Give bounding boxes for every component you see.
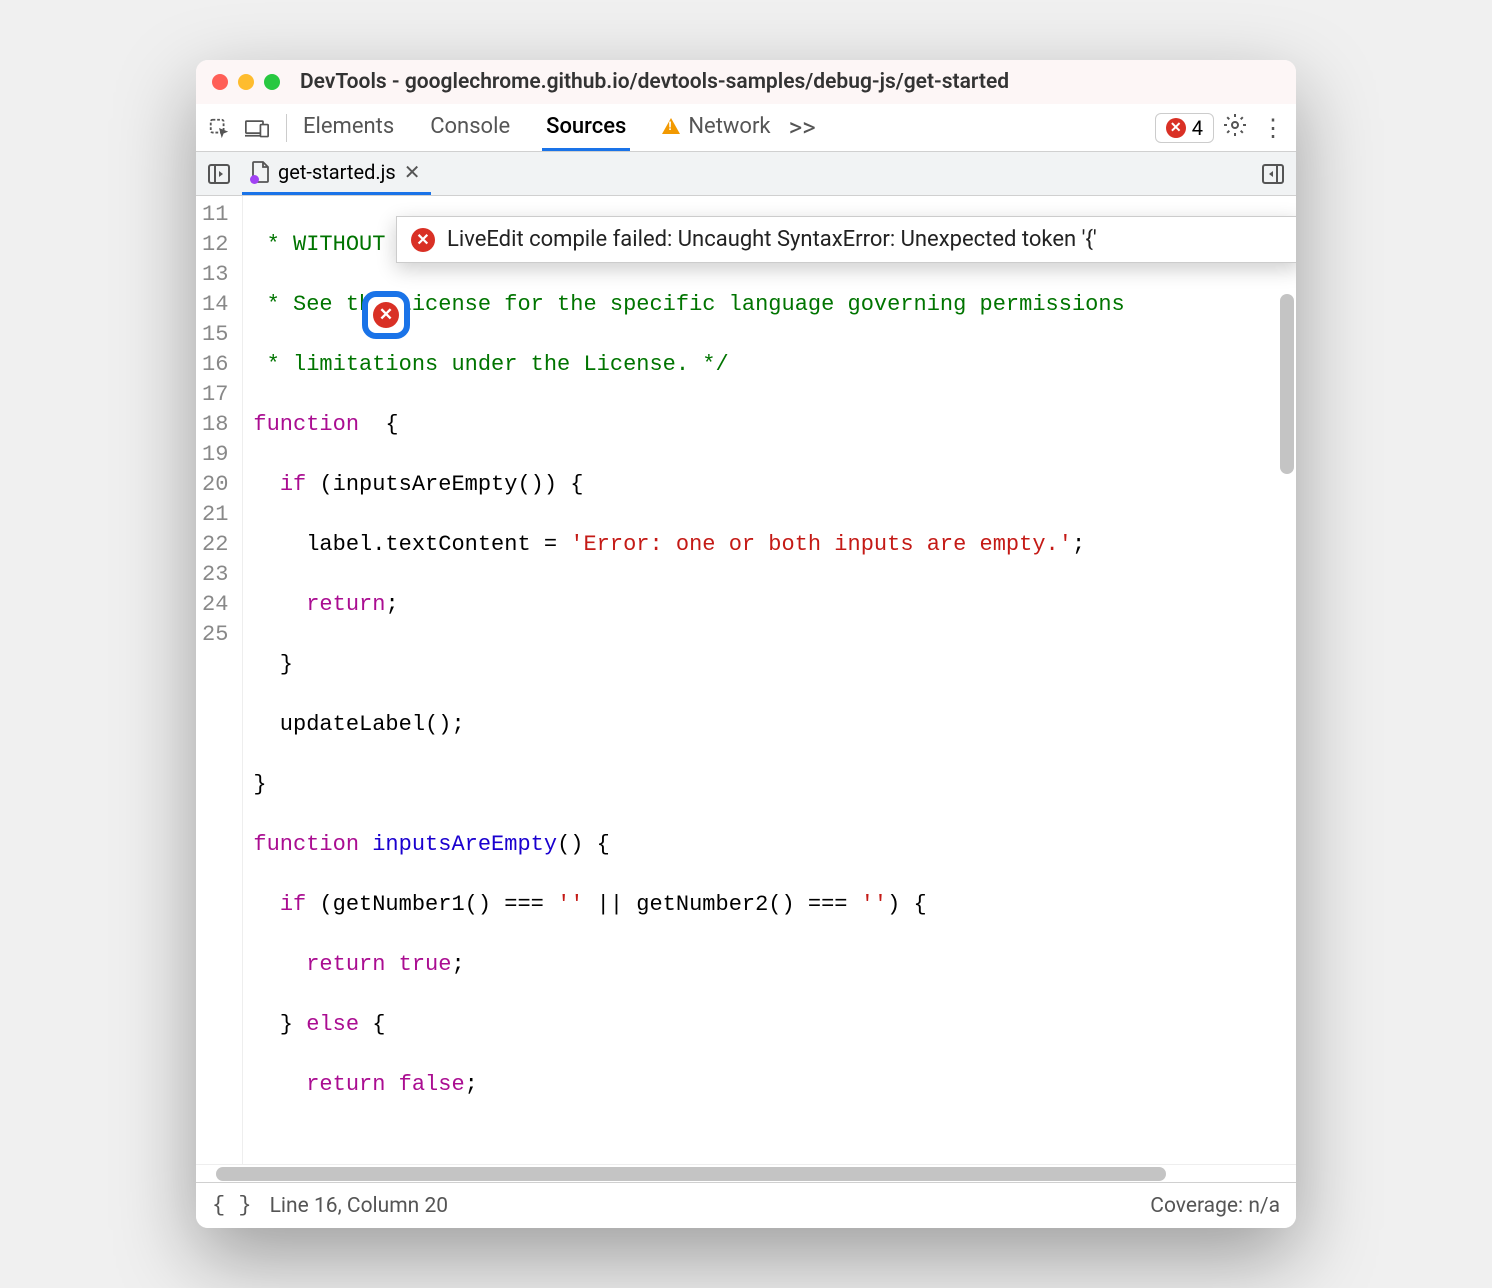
status-bar: { } Line 16, Column 20 Coverage: n/a <box>196 1182 1296 1228</box>
line-number-gutter[interactable]: 111213141516171819202122232425 <box>196 196 243 1164</box>
settings-icon[interactable] <box>1218 113 1252 143</box>
show-navigator-icon[interactable] <box>202 157 236 191</box>
error-icon: ✕ <box>411 228 435 252</box>
pretty-print-icon[interactable]: { } <box>212 1193 252 1218</box>
close-tab-icon[interactable]: ✕ <box>404 160 421 184</box>
horizontal-scroll-thumb[interactable] <box>216 1167 1166 1181</box>
error-tooltip-message: LiveEdit compile failed: Uncaught Syntax… <box>447 227 1097 252</box>
coverage-status: Coverage: n/a <box>1150 1194 1280 1218</box>
error-count: 4 <box>1192 116 1203 140</box>
main-toolbar: Elements Console Sources Network >> ✕ 4 … <box>196 104 1296 152</box>
maximize-window-button[interactable] <box>264 74 280 90</box>
device-toolbar-icon[interactable] <box>240 111 274 145</box>
tab-sources[interactable]: Sources <box>542 104 630 151</box>
inspect-element-icon[interactable] <box>202 111 236 145</box>
warning-icon <box>662 118 680 134</box>
file-tab-bar: get-started.js ✕ <box>196 152 1296 196</box>
vertical-scroll-thumb[interactable] <box>1280 294 1294 474</box>
vertical-scrollbar[interactable] <box>1280 204 1294 1156</box>
more-options-icon[interactable]: ⋮ <box>1256 114 1290 142</box>
file-tab[interactable]: get-started.js ✕ <box>242 152 431 195</box>
minimize-window-button[interactable] <box>238 74 254 90</box>
tab-elements[interactable]: Elements <box>299 104 398 151</box>
file-name: get-started.js <box>278 160 396 184</box>
code-content[interactable]: * WITHOUT WARRANTIES OR CONDITIONS OF AN… <box>243 196 1296 1164</box>
window-title: DevTools - googlechrome.github.io/devtoo… <box>300 70 1009 94</box>
divider <box>286 114 287 142</box>
error-icon: ✕ <box>1166 118 1186 138</box>
horizontal-scrollbar[interactable] <box>196 1164 1296 1182</box>
close-window-button[interactable] <box>212 74 228 90</box>
tab-console[interactable]: Console <box>426 104 514 151</box>
modified-dot-icon <box>250 175 259 184</box>
show-debugger-icon[interactable] <box>1256 157 1290 191</box>
code-editor[interactable]: 111213141516171819202122232425 * WITHOUT… <box>196 196 1296 1164</box>
devtools-window: DevTools - googlechrome.github.io/devtoo… <box>196 60 1296 1228</box>
panel-tabs: Elements Console Sources Network <box>299 104 775 151</box>
cursor-position: Line 16, Column 20 <box>270 1194 448 1218</box>
window-controls <box>212 74 280 90</box>
error-count-badge[interactable]: ✕ 4 <box>1155 113 1214 143</box>
tab-network[interactable]: Network <box>658 104 774 151</box>
error-tooltip: ✕ LiveEdit compile failed: Uncaught Synt… <box>396 216 1296 263</box>
file-icon <box>252 161 270 183</box>
error-icon: ✕ <box>373 302 399 328</box>
more-tabs-button[interactable]: >> <box>779 113 826 143</box>
titlebar: DevTools - googlechrome.github.io/devtoo… <box>196 60 1296 104</box>
gutter-error-marker[interactable]: ✕ <box>362 291 410 339</box>
